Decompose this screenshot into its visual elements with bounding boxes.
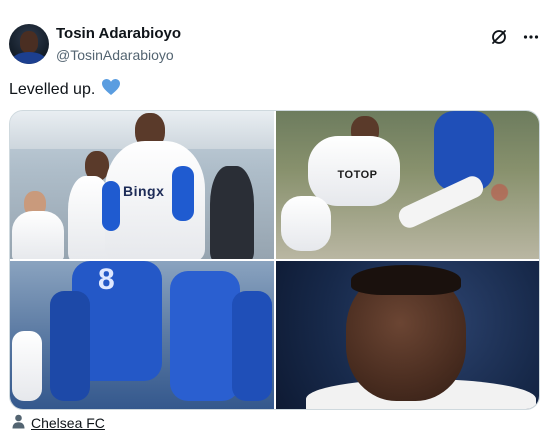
tweet-text: Levelled up. xyxy=(9,78,121,102)
tweet-actions xyxy=(489,27,541,47)
media-grid: Bingx TOTOP 8 xyxy=(9,110,540,410)
shirt-number: 8 xyxy=(98,263,115,296)
place-link[interactable]: Chelsea FC xyxy=(31,415,105,431)
more-icon[interactable] xyxy=(521,27,541,47)
photo-3[interactable]: 8 xyxy=(10,261,274,409)
tagged-place: Chelsea FC xyxy=(12,414,105,432)
avatar-face xyxy=(20,31,38,53)
tweet-text-body: Levelled up. xyxy=(9,81,96,98)
author-display-name[interactable]: Tosin Adarabioyo xyxy=(56,25,181,43)
player-hair xyxy=(350,265,461,295)
avatar-shoulders xyxy=(11,52,47,64)
player-sleeve xyxy=(172,166,194,221)
player-blue-kit xyxy=(232,291,272,401)
author-avatar[interactable] xyxy=(9,24,49,64)
staff-figure xyxy=(210,166,254,259)
tweet-card: Tosin Adarabioyo @TosinAdarabioyo Levell… xyxy=(0,0,557,445)
photo-2[interactable]: TOTOP xyxy=(275,111,539,259)
player-blue-kit xyxy=(170,271,240,401)
sponsor-text: Bingx xyxy=(123,183,165,199)
player-shorts xyxy=(280,196,331,251)
player-blue-kit xyxy=(50,291,90,401)
author-handle[interactable]: @TosinAdarabioyo xyxy=(56,46,181,64)
player-shirt xyxy=(12,211,64,259)
photo-1[interactable]: Bingx xyxy=(10,111,274,259)
player-white-kit xyxy=(12,331,42,401)
player-sleeve xyxy=(102,181,120,231)
sponsor-text: TOTOP xyxy=(337,169,378,181)
author-info: Tosin Adarabioyo @TosinAdarabioyo xyxy=(56,25,181,64)
grok-icon[interactable] xyxy=(489,27,509,47)
photo-4[interactable] xyxy=(275,261,539,409)
blue-heart-icon xyxy=(101,78,121,102)
person-icon xyxy=(12,414,25,432)
